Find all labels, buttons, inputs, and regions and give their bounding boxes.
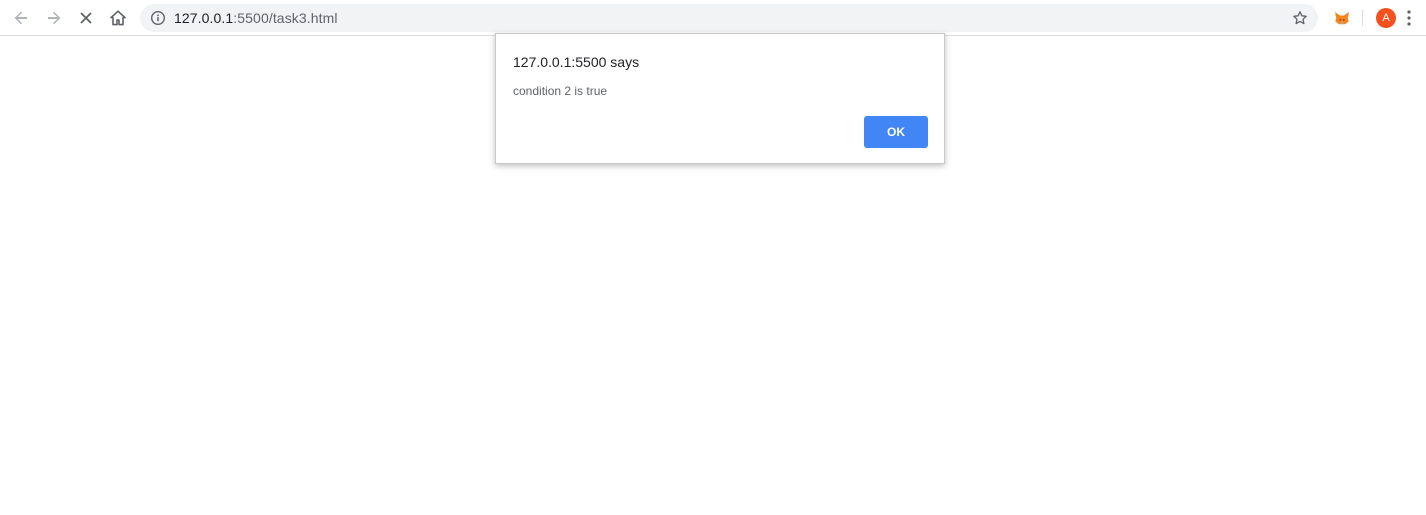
forward-button[interactable]: [42, 6, 66, 30]
dialog-message: condition 2 is true: [513, 84, 608, 98]
star-icon[interactable]: [1292, 10, 1308, 26]
alert-dialog: 127.0.0.1:5500 says condition 2 is true …: [495, 33, 945, 164]
browser-toolbar: 127.0.0.1:5500/task3.html A: [0, 0, 1426, 36]
home-icon: [110, 10, 126, 26]
profile-avatar[interactable]: A: [1376, 8, 1396, 28]
stop-button[interactable]: [74, 6, 98, 30]
url-path: :5500/task3.html: [233, 10, 338, 26]
ok-button[interactable]: OK: [864, 116, 928, 148]
dialog-title: 127.0.0.1:5500 says: [513, 54, 640, 70]
vertical-dots-icon[interactable]: [1397, 8, 1421, 28]
back-button[interactable]: [9, 6, 33, 30]
toolbar-separator: [1362, 10, 1363, 26]
arrow-right-icon: [48, 11, 61, 25]
fox-extension-icon[interactable]: [1333, 9, 1351, 27]
url-host: 127.0.0.1: [174, 10, 234, 26]
url-text[interactable]: 127.0.0.1:5500/task3.html: [174, 10, 338, 26]
close-icon: [80, 12, 92, 24]
home-button[interactable]: [106, 6, 130, 30]
info-icon[interactable]: [150, 10, 166, 26]
arrow-left-icon: [14, 11, 27, 25]
address-bar[interactable]: 127.0.0.1:5500/task3.html: [140, 4, 1318, 32]
